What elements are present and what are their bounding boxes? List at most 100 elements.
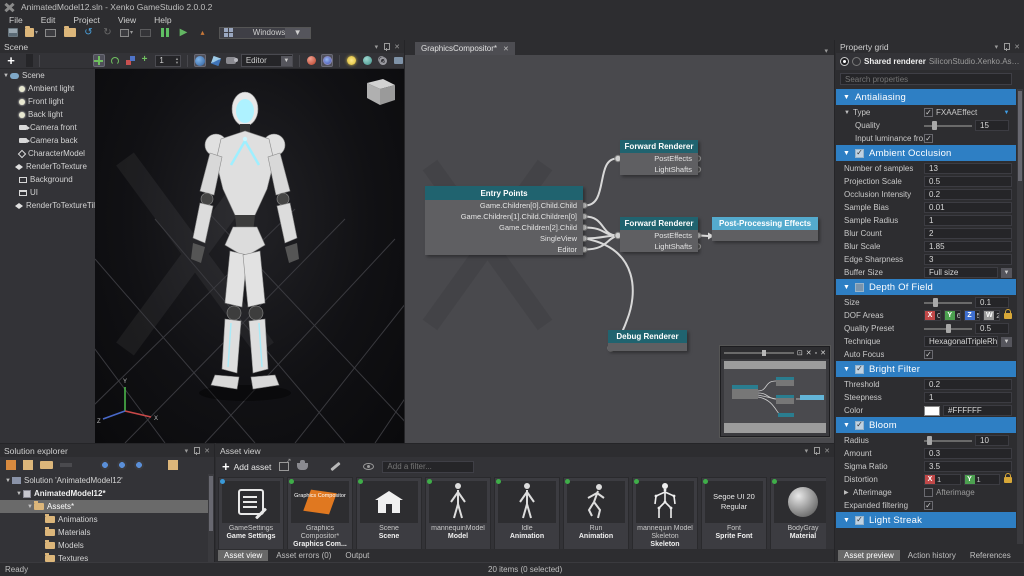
lock-icon[interactable]: [1004, 313, 1012, 319]
tab-references[interactable]: References: [964, 550, 1017, 561]
solution-item-materials[interactable]: Materials: [0, 526, 208, 539]
collapse-icon[interactable]: ▼: [843, 422, 850, 429]
graph-minimap[interactable]: ⊡ ✕ ▫ ✕: [720, 346, 830, 437]
asset-card-gamesettings[interactable]: GameSettingsGame Settings: [218, 477, 284, 551]
properties-doc-icon[interactable]: [168, 460, 178, 470]
node-forward-renderer-1[interactable]: Forward Renderer PostEffectsLightShafts: [620, 140, 698, 175]
collapse-icon[interactable]: ▼: [843, 366, 850, 373]
search-properties-input[interactable]: [840, 73, 1012, 85]
snap-spinner[interactable]: ▲▼: [175, 57, 180, 65]
value-field[interactable]: HexagonalTripleRhombi: [924, 336, 998, 347]
tab-asset-preview[interactable]: Asset preview: [838, 550, 900, 561]
minimap-close-icon[interactable]: ✕: [820, 350, 826, 357]
solution-item-models[interactable]: Models: [0, 539, 208, 552]
redo-icon[interactable]: ↻: [101, 27, 114, 38]
pin-icon[interactable]: [1004, 43, 1009, 51]
entry-output-2[interactable]: Game.Children[2].Child: [425, 222, 583, 233]
type-value[interactable]: FXAAEffect: [936, 108, 998, 117]
value-field[interactable]: 0.1: [975, 297, 1009, 308]
deploy-icon[interactable]: ▴: [196, 27, 209, 38]
collapse-icon[interactable]: ▼: [843, 284, 850, 291]
snap-icon[interactable]: [140, 54, 152, 67]
section-checkbox[interactable]: ✓: [855, 149, 864, 158]
minimap-view[interactable]: [724, 361, 826, 433]
new-folder-icon[interactable]: [40, 461, 53, 469]
asset-card-font[interactable]: Segoe UI 20 RegularFontSprite Font: [701, 477, 767, 551]
value-field[interactable]: 3.5: [924, 461, 1012, 472]
save-icon[interactable]: [6, 27, 19, 38]
import-icon[interactable]: [63, 27, 76, 38]
section-antialiasing[interactable]: ▼Antialiasing: [836, 89, 1016, 105]
edit-icon[interactable]: [331, 462, 341, 471]
node-post-title[interactable]: Post-Processing Effects: [712, 217, 818, 230]
new-item-icon[interactable]: [6, 460, 16, 470]
panel-menu-icon[interactable]: ▾: [805, 447, 809, 455]
editor-dropdown-arrow[interactable]: ▼: [281, 56, 292, 66]
rotate-tool-icon[interactable]: [109, 54, 121, 67]
section-bright-filter[interactable]: ▼✓Bright Filter: [836, 361, 1016, 377]
asset-card-run[interactable]: RunAnimation: [563, 477, 629, 551]
minimap-zoom-slider[interactable]: [724, 352, 794, 354]
add-entity-button[interactable]: +: [4, 54, 18, 68]
value-field[interactable]: 3: [924, 254, 1012, 265]
node-post-processing[interactable]: Post-Processing Effects: [712, 217, 818, 241]
preview-model-icon[interactable]: [297, 463, 308, 470]
scene-tree-item-rendertotexture[interactable]: RenderToTexture: [0, 160, 95, 173]
asset-card-scene[interactable]: SceneScene: [356, 477, 422, 551]
sync-orange-icon[interactable]: [117, 460, 127, 470]
node-fr1-title[interactable]: Forward Renderer: [620, 140, 698, 153]
minimap-fit-icon[interactable]: ⊡: [797, 350, 803, 357]
value-field[interactable]: 0.01: [924, 202, 1012, 213]
minimap-clear-icon[interactable]: ✕: [806, 350, 812, 357]
save-all-icon[interactable]: [44, 27, 57, 38]
camera-gizmo-icon[interactable]: [225, 54, 237, 67]
editor-camera-select[interactable]: Editor ▼: [241, 54, 293, 67]
node-port-posteffects[interactable]: PostEffects: [620, 153, 698, 164]
expander-icon[interactable]: ▼: [2, 73, 10, 79]
tab-output[interactable]: Output: [339, 550, 375, 561]
solution-scrollbar[interactable]: [208, 474, 214, 562]
view-cube-icon[interactable]: [367, 79, 395, 105]
value-field[interactable]: 15: [975, 120, 1009, 131]
world-space-icon[interactable]: [194, 54, 206, 67]
pin-icon[interactable]: [384, 43, 389, 51]
expander-icon[interactable]: ▼: [26, 504, 34, 510]
node-port-lightshafts[interactable]: LightShafts: [620, 241, 698, 252]
node-port-lightshafts[interactable]: LightShafts: [620, 164, 698, 175]
vector-x-field[interactable]: X0.5: [924, 310, 941, 321]
entry-output-1[interactable]: Game.Children[1].Child.Children[0]: [425, 211, 583, 222]
sync-blue-icon[interactable]: [100, 460, 110, 470]
section-light-streak[interactable]: ▼✓Light Streak: [836, 512, 1016, 528]
scene-tree-item-back-light[interactable]: Back light: [0, 108, 95, 121]
entity-menu-slot[interactable]: [26, 54, 33, 67]
scene-tree-item-charactermodel[interactable]: CharacterModel: [0, 147, 95, 160]
minimap-center-icon[interactable]: ▫: [815, 350, 817, 357]
settings-gears-icon[interactable]: [377, 54, 389, 67]
tab-close-icon[interactable]: ✕: [503, 45, 509, 53]
menu-project[interactable]: Project: [73, 15, 99, 25]
checkbox[interactable]: ✓: [924, 350, 933, 359]
value-field[interactable]: Full size: [924, 267, 998, 278]
node-entry-points[interactable]: Entry Points Game.Children[0].Child.Chil…: [425, 186, 583, 255]
checkbox[interactable]: [924, 488, 933, 497]
menu-help[interactable]: Help: [154, 15, 171, 25]
menu-file[interactable]: File: [9, 15, 23, 25]
vector-z-field[interactable]: Z50: [964, 310, 981, 321]
slider[interactable]: [924, 302, 972, 304]
value-field[interactable]: 1: [924, 215, 1012, 226]
tab-graphics-compositor[interactable]: GraphicsCompositor* ✕: [415, 42, 515, 55]
solution-item-animations[interactable]: Animations: [0, 513, 208, 526]
value-field[interactable]: #FFFFFF: [943, 405, 1012, 416]
value-field[interactable]: 0.5: [975, 323, 1009, 334]
render-mode-icon[interactable]: [321, 54, 333, 67]
value-field[interactable]: 1.85: [924, 241, 1012, 252]
asset-filter-input[interactable]: [382, 461, 474, 473]
slider[interactable]: [924, 125, 972, 127]
close-icon[interactable]: ✕: [394, 43, 400, 51]
collapse-icon[interactable]: ▼: [843, 517, 850, 524]
close-icon[interactable]: ✕: [204, 447, 210, 455]
menu-edit[interactable]: Edit: [41, 15, 56, 25]
section-depth-of-field[interactable]: ▼Depth Of Field: [836, 279, 1016, 295]
collapse-icon[interactable]: ▼: [843, 94, 850, 101]
scene-tree-item-ui[interactable]: UI: [0, 186, 95, 199]
